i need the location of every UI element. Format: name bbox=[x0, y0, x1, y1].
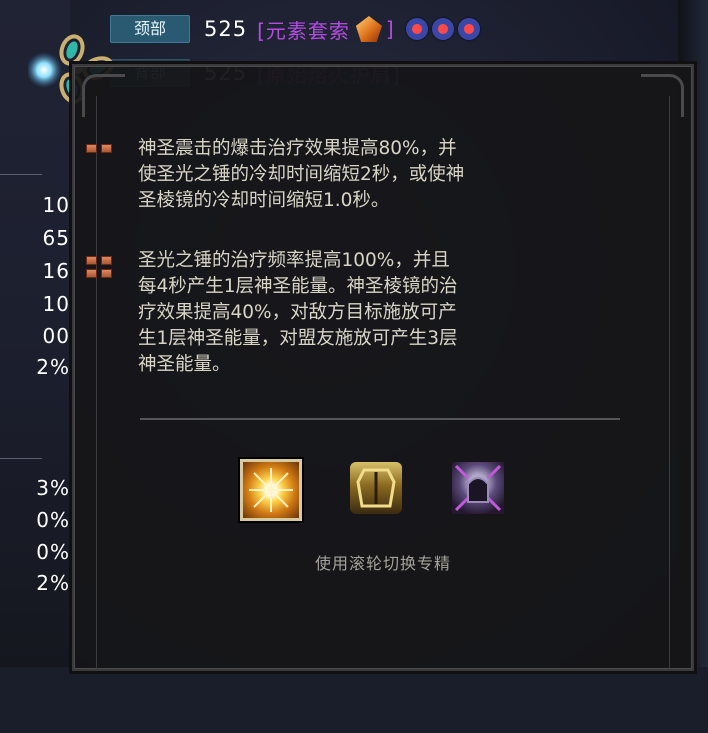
red-socket-icon bbox=[431, 18, 454, 40]
item-name[interactable]: [元素套索 bbox=[257, 15, 350, 44]
talent-description: 神圣震击的爆击治疗效果提高80%，并 使圣光之锤的冷却时间缩短2秒，或使神 圣棱… bbox=[138, 138, 465, 211]
stat-value: 2% bbox=[36, 355, 70, 379]
stat-value: 65 bbox=[42, 226, 70, 250]
stat-value: 10 bbox=[42, 193, 70, 217]
stat-value: 10 bbox=[42, 292, 70, 316]
item-name-close: ] bbox=[385, 17, 394, 41]
talent-rank-icon bbox=[86, 144, 112, 153]
red-socket-icon bbox=[457, 18, 480, 40]
stat-value: 16 bbox=[42, 259, 70, 283]
tooltip-divider bbox=[140, 418, 620, 420]
talent-entry: 圣光之锤的治疗频率提高100%，并且 每4秒产生1层神圣能量。神圣棱镜的治 疗效… bbox=[86, 248, 628, 378]
equipment-row-neck[interactable]: 颈部 525 [元素套索 ] bbox=[110, 14, 480, 44]
talent-entry: 神圣震击的爆击治疗效果提高80%，并 使圣光之锤的冷却时间缩短2秒，或使神 圣棱… bbox=[86, 136, 628, 214]
talent-tooltip: 神圣震击的爆击治疗效果提高80%，并 使圣光之锤的冷却时间缩短2秒，或使神 圣棱… bbox=[72, 64, 694, 671]
red-socket-icon bbox=[405, 18, 428, 40]
stats-divider bbox=[0, 458, 42, 459]
item-level: 525 bbox=[204, 17, 248, 41]
topaz-gem-icon bbox=[355, 16, 382, 42]
golden-helm-icon[interactable] bbox=[350, 462, 402, 514]
slot-label: 颈部 bbox=[110, 15, 190, 43]
holy-light-burst-icon[interactable] bbox=[240, 459, 302, 521]
stat-value: 3% bbox=[36, 476, 70, 500]
talent-rank-icon bbox=[86, 256, 112, 278]
stat-value: 2% bbox=[36, 571, 70, 595]
stat-value: 0% bbox=[36, 540, 70, 564]
stat-value: 0% bbox=[36, 508, 70, 532]
talent-description: 圣光之锤的治疗频率提高100%，并且 每4秒产生1层神圣能量。神圣棱镜的治 疗效… bbox=[138, 250, 458, 375]
stats-divider bbox=[0, 174, 42, 175]
stat-value: 00 bbox=[42, 324, 70, 348]
spec-switch-hint: 使用滚轮切换专精 bbox=[314, 554, 451, 573]
shadow-knight-icon[interactable] bbox=[452, 462, 504, 514]
